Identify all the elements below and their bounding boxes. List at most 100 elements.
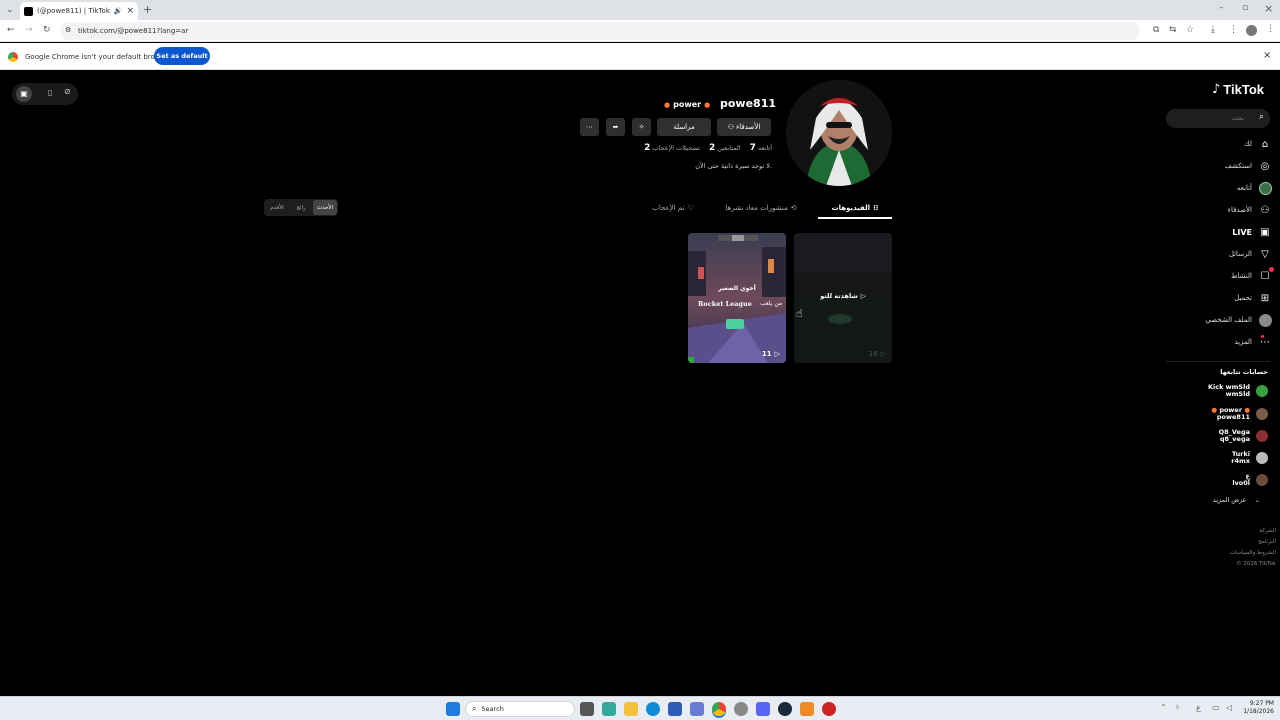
clock[interactable]: 9:27 PM 1/18/2026 — [1240, 700, 1274, 716]
likes-stat: تسجيلات الإعجاب 2 — [644, 143, 700, 153]
following-account[interactable]: Q8_Vega q8_vega — [1162, 425, 1268, 447]
add-friend-button[interactable]: ✧ — [632, 118, 651, 136]
tiktok-logo[interactable]: ♪ TikTok — [1212, 82, 1264, 97]
minimize-button[interactable]: – — [1219, 4, 1224, 13]
search-input[interactable]: ⌕ بحث — [1166, 109, 1270, 128]
tab-search-icon[interactable]: ⌄ — [6, 6, 14, 15]
site-info-icon[interactable]: ⚙ — [65, 26, 71, 34]
following-account[interactable]: ع lvo0l — [1162, 469, 1268, 491]
copilot-icon[interactable] — [602, 702, 616, 716]
video-views: 18 ▷ — [868, 350, 886, 358]
following-account[interactable]: ● power ● powe811 — [1162, 403, 1268, 425]
taskbar-search[interactable]: ⌕ Search — [465, 701, 575, 717]
app-icon[interactable] — [822, 702, 836, 716]
message-button[interactable]: مراسلة — [657, 118, 711, 136]
nav-following[interactable]: أتابعه — [1162, 178, 1272, 198]
pc-mode-icon[interactable]: ▣ — [16, 86, 32, 102]
file-explorer-icon[interactable] — [624, 702, 638, 716]
forward-icon[interactable]: → — [25, 26, 33, 35]
following-account[interactable]: Turki r4mx — [1162, 447, 1268, 469]
live-icon: ▣ — [1260, 226, 1270, 238]
clock-time: 9:27 PM — [1249, 700, 1274, 707]
infobar-close-button[interactable]: × — [1263, 50, 1271, 61]
nav-live[interactable]: ▣ LIVE — [1162, 222, 1272, 242]
tab-close-button[interactable]: × — [126, 6, 134, 16]
following-account[interactable]: Kick wmSld wmSld — [1162, 380, 1268, 402]
chrome-taskbar-icon[interactable] — [712, 702, 726, 716]
chrome-menu-icon[interactable]: ⋮ — [1266, 25, 1275, 34]
language-icon[interactable]: ع — [1196, 704, 1201, 712]
tray-overflow-icon[interactable]: ⌃ — [1160, 704, 1167, 712]
reload-icon[interactable]: ↻ — [43, 26, 51, 35]
back-icon[interactable]: ← — [7, 26, 15, 35]
repost-icon: ⟲ — [790, 204, 797, 212]
sort-oldest[interactable]: الأقدم — [265, 205, 289, 211]
extensions-icon[interactable]: ⋮ — [1229, 26, 1238, 35]
compass-small-icon[interactable]: ⊘ — [64, 87, 71, 96]
bookmark-star-icon[interactable]: ☆ — [1186, 26, 1194, 35]
video-caption-top: أخوي الصغير — [718, 285, 756, 292]
footer-link[interactable]: الشركة — [1259, 528, 1276, 534]
window-close-button[interactable]: × — [1264, 3, 1273, 14]
tab-audio-icon[interactable]: 🔊 — [114, 7, 123, 15]
sort-popular[interactable]: رائج — [289, 205, 313, 211]
grid-icon: ⁞⁞ — [873, 204, 879, 212]
app-icon[interactable] — [690, 702, 704, 716]
tab-reposts[interactable]: ⟲ منشورات معاد نشرها — [718, 198, 804, 218]
nav-activity[interactable]: ☐ النشاط — [1162, 266, 1274, 286]
discord-icon[interactable] — [756, 702, 770, 716]
volume-icon[interactable]: ◁ — [1226, 704, 1232, 712]
nav-more[interactable]: ⋯ المزيد — [1162, 332, 1272, 352]
install-app-icon[interactable]: ⧉ — [1153, 26, 1159, 35]
new-tab-button[interactable]: + — [143, 4, 152, 15]
watched-overlay: ▷ شاهدته للتو — [820, 292, 866, 300]
see-more-button[interactable]: ⌄ عرض المزيد — [1213, 496, 1260, 504]
friends-check-icon: ⚇ — [727, 123, 734, 131]
profile-avatar-icon[interactable] — [1246, 25, 1257, 36]
more-options-button[interactable]: ⋯ — [580, 118, 599, 136]
windows-start-icon[interactable] — [446, 702, 460, 716]
browser-tab[interactable]: (@powe811) | TikTok 🔊 × — [20, 2, 138, 20]
footer-link[interactable]: البرنامج — [1258, 539, 1276, 545]
profile-avatar[interactable] — [786, 80, 892, 186]
nav-messages[interactable]: ▽ الرسائل — [1162, 244, 1272, 264]
footer-link[interactable]: الشروط والسياسات — [1230, 550, 1276, 556]
play-icon: ▷ — [880, 350, 886, 358]
app-icon[interactable] — [800, 702, 814, 716]
steam-icon[interactable] — [778, 702, 792, 716]
video-card[interactable]: أخوي الصغير Rocket League من يلعب 11 ▷ — [688, 233, 786, 363]
network-icon[interactable]: ▭ — [1212, 704, 1220, 712]
avatar — [1256, 408, 1268, 420]
nav-for-you[interactable]: ⌂ لك — [1162, 134, 1272, 154]
browser-toolbar: ← → ↻ ⚙ tiktok.com/@powe811?lang=ar ⧉ ⇆ … — [0, 20, 1280, 42]
avatar — [1256, 430, 1268, 442]
address-bar[interactable]: ⚙ tiktok.com/@powe811?lang=ar — [60, 22, 1140, 40]
compass-icon: ◎ — [1260, 160, 1270, 172]
edge-icon[interactable] — [646, 702, 660, 716]
task-view-icon[interactable] — [580, 702, 594, 716]
nav-profile[interactable]: الملف الشخصي — [1162, 310, 1272, 330]
friends-button[interactable]: ⚇ الأصدقاء — [717, 118, 771, 136]
video-card[interactable]: ▷ شاهدته للتو 18 ▷ — [794, 233, 892, 363]
download-icon[interactable]: ⤓ — [1211, 26, 1215, 35]
tab-liked[interactable]: ♡ تم الإعجاب — [642, 198, 704, 218]
sort-latest[interactable]: الأحدث — [313, 200, 337, 215]
tab-videos[interactable]: ⁞⁞ الفيديوهات — [818, 198, 892, 218]
set-default-button[interactable]: Set as default — [154, 47, 210, 65]
followers-stat[interactable]: المتابعين 2 — [709, 143, 741, 153]
search-icon[interactable]: ⌕ — [1259, 112, 1264, 122]
nav-upload[interactable]: ⊞ تحميل — [1162, 288, 1272, 308]
nav-explore[interactable]: ◎ استكشف — [1162, 156, 1272, 176]
translate-icon[interactable]: ⇆ — [1169, 26, 1177, 35]
clock-date: 1/18/2026 — [1243, 707, 1274, 715]
mobile-icon[interactable]: ▯ — [48, 88, 52, 97]
avatar-photo — [786, 80, 892, 186]
share-button[interactable]: ➦ — [606, 118, 625, 136]
maximize-button[interactable]: ▫ — [1242, 4, 1248, 13]
store-icon[interactable] — [668, 702, 682, 716]
microphone-icon[interactable]: ♮ — [1176, 704, 1179, 712]
settings-gear-icon[interactable] — [734, 702, 748, 716]
following-stat[interactable]: أتابعه 7 — [750, 143, 772, 153]
nav-friends[interactable]: ⚇ الأصدقاء — [1162, 200, 1272, 220]
avatar — [1256, 474, 1268, 486]
